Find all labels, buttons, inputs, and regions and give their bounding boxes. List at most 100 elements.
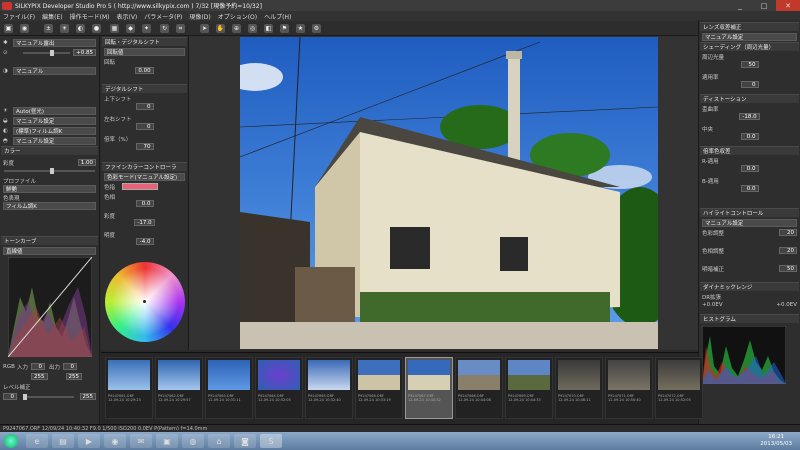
rotate-select[interactable]: 回転値	[104, 47, 185, 56]
level-max-value[interactable]: 255	[79, 393, 96, 400]
shift-up-value[interactable]: 0	[135, 103, 154, 110]
compare-icon[interactable]: ◧	[264, 24, 273, 33]
fine-color-header[interactable]: ファインカラーコントローラ	[102, 162, 187, 171]
input-value[interactable]: 0	[31, 363, 45, 370]
rotate-header[interactable]: 回転・デジタルシフト	[102, 37, 187, 46]
preview-image[interactable]	[240, 37, 658, 349]
exposure-slider[interactable]	[23, 49, 71, 56]
chrome-icon[interactable]: ◍	[182, 434, 204, 448]
thumbnail[interactable]: P9247070.ORF 12-09-24 10:46:11	[555, 357, 603, 419]
level-min-value[interactable]: 0	[3, 393, 17, 400]
explorer-icon[interactable]: ▤	[52, 434, 74, 448]
silkypix-taskbar-icon[interactable]: S	[260, 434, 282, 448]
thumbnail[interactable]: P9247064.ORF 12-09-24 10:32:05	[255, 357, 303, 419]
develop-icon[interactable]: ⚙	[312, 24, 321, 33]
chromatic-r-value[interactable]: 0.0	[740, 165, 759, 172]
thumbnail[interactable]: P9247069.ORF 12-09-24 10:44:33	[505, 357, 553, 419]
menu-mode[interactable]: 操作モード(M)	[70, 12, 110, 21]
tone-curve-header[interactable]: トーンカーブ	[1, 236, 98, 245]
menu-develop[interactable]: 現像(D)	[189, 12, 210, 21]
highlight-select[interactable]: マニュアル設定	[702, 218, 797, 227]
shading-rate-value[interactable]: 0	[740, 81, 759, 88]
hl-hue-value[interactable]: 20	[779, 247, 797, 254]
thumbnail[interactable]: P9247072.ORF 12-09-24 10:52:05	[655, 357, 703, 419]
shading-header[interactable]: シェーディング（周辺光量）	[700, 42, 799, 51]
wb-select[interactable]: Auto(昼光)	[13, 106, 96, 115]
maximize-button[interactable]: □	[752, 0, 776, 11]
bright-value[interactable]: -4.0	[135, 238, 154, 245]
hl-bright-value[interactable]: 50	[779, 265, 797, 272]
menu-file[interactable]: ファイル(F)	[3, 12, 35, 21]
fine-color-select[interactable]: 色彩モード(マニュアル設定)	[104, 172, 185, 181]
grid-icon[interactable]: ▦	[110, 24, 119, 33]
sharp-icon[interactable]: ◆	[126, 24, 135, 33]
open-folder-icon[interactable]: ▣	[4, 24, 13, 33]
distortion-center-value[interactable]: 0.0	[740, 133, 759, 140]
close-button[interactable]: ✕	[776, 0, 800, 11]
tone-icon[interactable]: ◐	[76, 24, 85, 33]
menu-help[interactable]: ヘルプ(H)	[264, 12, 291, 21]
color-mode-select[interactable]: フィルム調K	[3, 201, 96, 210]
thumbnail[interactable]: P9247071.ORF 12-09-24 10:50:40	[605, 357, 653, 419]
firefox-icon[interactable]: ◉	[104, 434, 126, 448]
chromatic-header[interactable]: 倍率色収差	[700, 146, 799, 155]
color-wheel[interactable]	[105, 262, 185, 342]
lens-select[interactable]: マニュアル設定	[702, 32, 797, 41]
media-player-icon[interactable]: ▶	[78, 434, 100, 448]
noise-icon[interactable]: ✦	[142, 24, 151, 33]
crop-icon[interactable]: ⌗	[176, 24, 185, 33]
wb-adjust-select[interactable]: マニュアル設定	[13, 116, 96, 125]
exposure-icon[interactable]: ±	[44, 24, 53, 33]
chromatic-b-value[interactable]: 0.0	[740, 185, 759, 192]
output-max-value[interactable]: 255	[65, 373, 82, 380]
highlight-header[interactable]: ハイライトコントロール	[700, 208, 799, 217]
loupe-icon[interactable]: ◎	[248, 24, 257, 33]
menu-option[interactable]: オプション(O)	[218, 12, 257, 21]
photo-icon[interactable]: ▣	[156, 434, 178, 448]
camera-app-icon[interactable]: ◙	[234, 434, 256, 448]
color-icon[interactable]: ●	[92, 24, 101, 33]
profile-select[interactable]: 鮮艶	[3, 184, 96, 193]
lens-header[interactable]: レンズ収差補正	[700, 22, 799, 31]
shading-amount-value[interactable]: 50	[740, 61, 759, 68]
thumbnail[interactable]: P9247061.ORF 12-09-24 10:29:23	[105, 357, 153, 419]
thumbnail[interactable]: P9247063.ORF 12-09-24 10:31:11	[205, 357, 253, 419]
menu-parameter[interactable]: パラメータ(P)	[144, 12, 182, 21]
hl-color-value[interactable]: 20	[779, 229, 797, 236]
zoom-icon[interactable]: ⊕	[232, 24, 241, 33]
menu-view[interactable]: 表示(V)	[116, 12, 137, 21]
exposure-mode-select[interactable]: マニュアル露出	[13, 38, 96, 47]
system-clock[interactable]: 16:21 2013/05/03	[760, 434, 792, 448]
thumbnail-selected[interactable]: P9247067.ORF 12-09-24 10:40:32	[405, 357, 453, 419]
contrast-select[interactable]: マニュアル設定	[13, 136, 96, 145]
distortion-header[interactable]: ディストーション	[700, 94, 799, 103]
level-slider[interactable]	[23, 393, 74, 400]
saturation-slider[interactable]	[4, 168, 95, 174]
bias-select[interactable]: マニュアル	[13, 66, 96, 75]
sat-value[interactable]: -17.0	[134, 219, 155, 226]
thumbnail[interactable]: P9247068.ORF 12-09-24 10:44:08	[455, 357, 503, 419]
thumbnail[interactable]: P9247065.ORF 12-09-24 10:32:40	[305, 357, 353, 419]
mail-icon[interactable]: ✉	[130, 434, 152, 448]
input-max-value[interactable]: 255	[31, 373, 48, 380]
color-swatch[interactable]	[122, 183, 158, 190]
saturation-value[interactable]: 1.00	[77, 159, 96, 166]
rotate-icon[interactable]: ↻	[160, 24, 169, 33]
tone-curve-select[interactable]: 直線値	[3, 246, 96, 255]
minimize-button[interactable]: _	[728, 0, 752, 11]
histogram-header[interactable]: ヒストグラム	[700, 314, 799, 323]
camera-icon[interactable]: ◉	[20, 24, 29, 33]
color-section-header[interactable]: カラー	[1, 146, 98, 155]
dynamic-range-header[interactable]: ダイナミックレンジ	[700, 282, 799, 291]
network-icon[interactable]: ⌂	[208, 434, 230, 448]
thumbnail[interactable]: P9247062.ORF 12-09-24 10:29:57	[155, 357, 203, 419]
thumbnail[interactable]: P9247066.ORF 12-09-24 10:33:19	[355, 357, 403, 419]
tone-curve-graph[interactable]	[8, 257, 92, 357]
arrow-icon[interactable]: ➤	[200, 24, 209, 33]
output-value[interactable]: 0	[63, 363, 77, 370]
hand-icon[interactable]: ✋	[216, 24, 225, 33]
tone-select[interactable]: (標準)フィルム調K	[13, 126, 96, 135]
rotate-value[interactable]: 0.00	[135, 67, 154, 74]
hue-value[interactable]: 0.0	[135, 200, 154, 207]
wb-icon[interactable]: ☀	[60, 24, 69, 33]
